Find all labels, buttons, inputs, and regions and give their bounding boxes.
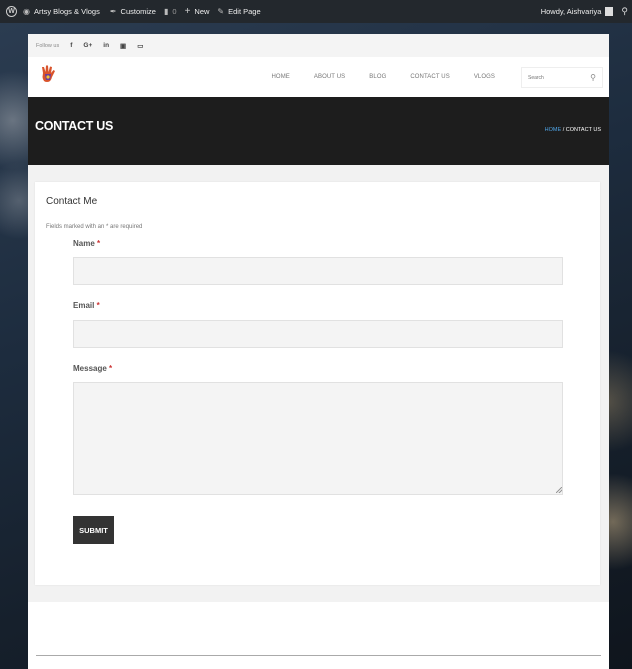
submit-button[interactable]: SUBMIT <box>73 516 114 544</box>
comments-count: 0 <box>172 7 177 16</box>
breadcrumb: HOME / CONTACT US <box>545 127 601 133</box>
name-label: Name * <box>73 239 100 248</box>
email-field[interactable] <box>73 320 563 348</box>
page-title: CONTACT US <box>35 119 114 133</box>
form-title: Contact Me <box>46 196 98 207</box>
customize-label: Customize <box>120 7 156 16</box>
site-page: Follow us f G+ in ▣ ▭ HOME ABOUT US BLOG… <box>28 34 609 669</box>
wp-admin-bar: W ◉ Artsy Blogs & Vlogs ✒ Customize ▮ 0 … <box>0 0 632 23</box>
required-mark: * <box>96 301 100 310</box>
message-field[interactable] <box>73 382 563 495</box>
plus-icon: + <box>184 6 191 17</box>
message-label-text: Message <box>73 364 107 373</box>
pencil-icon: ✎ <box>217 7 225 16</box>
instagram-icon[interactable]: ▣ <box>120 42 126 50</box>
name-field[interactable] <box>73 257 563 285</box>
site-search: ⚲ <box>521 67 603 88</box>
required-mark: * <box>97 239 101 248</box>
follow-us-label: Follow us <box>36 42 60 49</box>
breadcrumb-current: CONTACT US <box>565 127 601 133</box>
follow-bar: Follow us f G+ in ▣ ▭ <box>28 34 609 57</box>
breadcrumb-home-link[interactable]: HOME <box>545 127 562 133</box>
howdy-label: Howdy, Aishvariya <box>540 7 602 16</box>
nav-item-contact-us[interactable]: CONTACT US <box>410 74 449 80</box>
comment-icon: ▮ <box>163 7 169 16</box>
admin-search-button[interactable]: ⚲ <box>621 6 628 17</box>
dashboard-icon: ◉ <box>23 7 30 16</box>
search-icon[interactable]: ⚲ <box>590 73 596 82</box>
resize-handle-icon[interactable] <box>556 487 562 493</box>
nav-item-about-us[interactable]: ABOUT US <box>314 74 345 80</box>
email-label-text: Email <box>73 301 95 310</box>
contact-form-card: Contact Me Fields marked with an * are r… <box>35 182 600 585</box>
footer-divider <box>36 655 601 656</box>
search-input[interactable] <box>528 74 578 81</box>
hand-logo-icon[interactable] <box>38 64 58 86</box>
nav-item-home[interactable]: HOME <box>272 74 290 80</box>
my-account-menu[interactable]: Howdy, Aishvariya <box>541 7 614 16</box>
email-label: Email * <box>73 301 100 310</box>
message-label: Message * <box>73 364 112 373</box>
site-name-menu[interactable]: ◉ Artsy Blogs & Vlogs <box>23 7 100 16</box>
site-name-label: Artsy Blogs & Vlogs <box>33 7 100 16</box>
footer-area <box>28 602 609 669</box>
wordpress-icon: W <box>6 6 17 17</box>
new-content-menu[interactable]: + New <box>185 6 210 17</box>
facebook-icon[interactable]: f <box>70 42 72 49</box>
primary-menu: HOME ABOUT US BLOG CONTACT US VLOGS <box>272 57 496 97</box>
brush-icon: ✒ <box>109 7 117 16</box>
required-note: Fields marked with an * are required <box>46 224 143 230</box>
search-icon: ⚲ <box>621 6 628 16</box>
name-label-text: Name <box>73 239 95 248</box>
google-plus-icon[interactable]: G+ <box>83 42 92 49</box>
comments-menu[interactable]: ▮ 0 <box>164 7 177 16</box>
edit-page-label: Edit Page <box>228 7 261 16</box>
required-mark: * <box>109 364 113 373</box>
main-header: HOME ABOUT US BLOG CONTACT US VLOGS ⚲ <box>28 57 609 97</box>
youtube-icon[interactable]: ▭ <box>137 42 143 50</box>
nav-item-blog[interactable]: BLOG <box>369 74 386 80</box>
page-title-banner: CONTACT US HOME / CONTACT US <box>28 97 609 165</box>
new-label: New <box>194 7 210 16</box>
avatar <box>605 7 614 16</box>
customize-menu[interactable]: ✒ Customize <box>110 7 156 16</box>
nav-item-vlogs[interactable]: VLOGS <box>474 74 495 80</box>
edit-page-menu[interactable]: ✎ Edit Page <box>217 7 260 16</box>
breadcrumb-separator: / <box>562 127 565 133</box>
linkedin-icon[interactable]: in <box>103 42 109 49</box>
wp-logo-menu[interactable]: W <box>6 6 17 17</box>
